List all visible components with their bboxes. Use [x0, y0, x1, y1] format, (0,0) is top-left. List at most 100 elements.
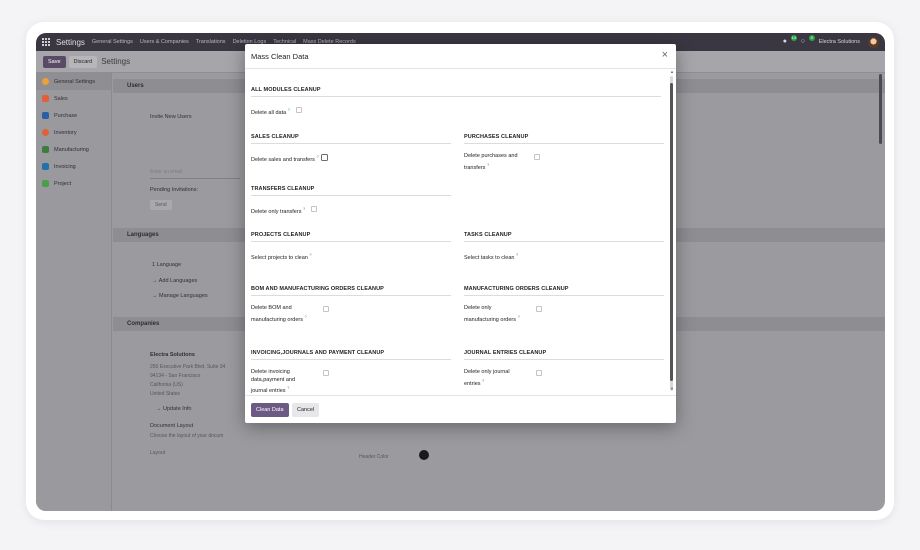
sidebar-item-manufacturing[interactable]: Manufacturing: [36, 141, 111, 158]
invoicing-group: INVOICING,JOURNALS AND PAYMENT CLEANUP D…: [251, 350, 451, 393]
navbar-systray: ● 14 ○ 0 Electra Solutions: [783, 33, 879, 51]
purchases-field: Delete purchases and transfers ?: [464, 153, 664, 172]
sidebar-item-inventory[interactable]: Inventory: [36, 124, 111, 141]
projects-group: PROJECTS CLEANUP Select projects to clea…: [251, 232, 451, 262]
journal-label: Delete only journal entries ?: [464, 369, 524, 388]
sidebar-item-sales[interactable]: Sales: [36, 90, 111, 107]
company-switcher[interactable]: Electra Solutions: [819, 39, 860, 45]
dialog-body: ALL MODULES CLEANUP Delete all data ? SA…: [245, 70, 676, 393]
bom-title: BOM AND MANUFACTURING ORDERS CLEANUP: [251, 286, 451, 296]
delete-all-label: Delete all data ?: [251, 106, 290, 117]
mo-field: Delete only manufacturing orders ?: [464, 305, 664, 324]
help-icon[interactable]: ?: [288, 107, 290, 112]
bom-text: Delete BOM and manufacturing orders: [251, 305, 303, 323]
help-icon[interactable]: ?: [303, 206, 305, 211]
close-icon[interactable]: ×: [662, 49, 668, 61]
purchase-icon: [42, 112, 49, 119]
send-invite-button[interactable]: Send: [150, 200, 172, 210]
cancel-button[interactable]: Cancel: [292, 403, 320, 417]
help-icon[interactable]: ?: [482, 378, 484, 383]
journal-field: Delete only journal entries ?: [464, 369, 664, 388]
help-icon[interactable]: ?: [287, 385, 289, 390]
help-icon[interactable]: ?: [316, 154, 318, 159]
transfers-title: TRANSFERS CLEANUP: [251, 186, 451, 196]
help-icon[interactable]: ?: [305, 314, 307, 319]
update-info-link[interactable]: → Update Info: [156, 406, 191, 412]
invoicing-field: Delete invoicing data,payment and journa…: [251, 369, 451, 393]
mo-checkbox[interactable]: [536, 306, 542, 312]
project-icon: [42, 180, 49, 187]
mo-group: MANUFACTURING ORDERS CLEANUP Delete only…: [464, 286, 664, 324]
projects-title: PROJECTS CLEANUP: [251, 232, 451, 242]
bom-group: BOM AND MANUFACTURING ORDERS CLEANUP Del…: [251, 286, 451, 324]
mass-clean-data-dialog: Mass Clean Data × ALL MODULES CLEANUP De…: [245, 44, 676, 423]
sidebar-item-label: Purchase: [54, 112, 78, 119]
nav-translations[interactable]: Translations: [196, 39, 226, 45]
company-address-line-4: United States: [150, 391, 181, 397]
transfers-text: Delete only transfers: [251, 208, 302, 215]
mo-title: MANUFACTURING ORDERS CLEANUP: [464, 286, 664, 296]
user-avatar[interactable]: [868, 36, 879, 48]
help-icon[interactable]: ?: [309, 252, 311, 257]
help-icon[interactable]: ?: [487, 162, 489, 167]
manage-languages-link[interactable]: → Manage Languages: [152, 293, 208, 299]
sidebar-item-purchase[interactable]: Purchase: [36, 107, 111, 124]
activity-badge: 14: [790, 35, 797, 41]
tasks-label: Select tasks to clean ?: [464, 251, 518, 262]
dialog-scrollbar[interactable]: [670, 76, 673, 391]
sales-label: Delete sales and transfers ?: [251, 153, 321, 164]
scroll-up-icon[interactable]: ▲: [670, 69, 674, 74]
sales-icon: [42, 95, 49, 102]
invoicing-label: Delete invoicing data,payment and journa…: [251, 369, 311, 393]
messages-icon[interactable]: ○ 0: [801, 35, 815, 46]
scroll-down-icon[interactable]: ▼: [670, 386, 674, 391]
all-modules-title: ALL MODULES CLEANUP: [251, 87, 661, 97]
delete-all-checkbox[interactable]: [295, 107, 302, 113]
company-address-line-3: California (US): [150, 382, 183, 388]
invoicing-checkbox[interactable]: [323, 370, 329, 376]
dialog-footer: Clean Data Cancel: [245, 395, 676, 423]
sidebar-item-label: Invoicing: [54, 163, 76, 170]
sidebar-item-project[interactable]: Project: [36, 175, 111, 192]
save-button[interactable]: Save: [43, 55, 66, 68]
help-icon[interactable]: ?: [516, 252, 518, 257]
inventory-icon: [42, 129, 49, 136]
messages-badge: 0: [808, 35, 815, 41]
app-name[interactable]: Settings: [56, 38, 85, 47]
tasks-group: TASKS CLEANUP Select tasks to clean ?: [464, 232, 664, 262]
nav-general-settings[interactable]: General Settings: [92, 39, 133, 45]
sidebar-item-general-settings[interactable]: General Settings: [36, 73, 111, 90]
transfers-checkbox[interactable]: [311, 206, 318, 212]
purchases-checkbox[interactable]: [534, 154, 540, 160]
mo-label: Delete only manufacturing orders ?: [464, 305, 524, 324]
transfers-group: TRANSFERS CLEANUP Delete only transfers …: [251, 186, 451, 216]
app-screen: Settings General Settings Users & Compan…: [36, 33, 885, 511]
page-scrollbar[interactable]: [879, 74, 882, 144]
journal-checkbox[interactable]: [536, 370, 542, 376]
invite-users-label: Invite New Users: [150, 114, 192, 120]
document-layout-label: Document Layout: [150, 423, 194, 429]
bom-checkbox[interactable]: [323, 306, 329, 312]
sidebar-item-invoicing[interactable]: Invoicing: [36, 158, 111, 175]
add-languages-link[interactable]: → Add Languages: [152, 278, 197, 284]
sidebar-item-label: Project: [54, 180, 72, 187]
projects-text: Select projects to clean: [251, 254, 308, 261]
nav-users-companies[interactable]: Users & Companies: [140, 39, 189, 45]
sales-checkbox[interactable]: [321, 154, 328, 161]
transfers-field: Delete only transfers ?: [251, 205, 451, 216]
header-color-swatch[interactable]: [419, 450, 429, 460]
purchases-text: Delete purchases and transfers: [464, 153, 518, 171]
projects-label: Select projects to clean ?: [251, 251, 321, 262]
manufacturing-icon: [42, 146, 49, 153]
sales-title: SALES CLEANUP: [251, 134, 451, 144]
discard-button[interactable]: Discard: [68, 55, 98, 68]
language-count: 1 Language: [152, 262, 182, 268]
invite-email-input[interactable]: Enter an email: [150, 169, 182, 175]
apps-grid-icon[interactable]: [42, 38, 50, 46]
activity-icon[interactable]: ● 14: [783, 35, 797, 46]
help-icon[interactable]: ?: [518, 314, 520, 319]
journal-text: Delete only journal entries: [464, 369, 510, 387]
dialog-scrollbar-thumb[interactable]: [670, 83, 673, 381]
clean-data-button[interactable]: Clean Data: [251, 403, 289, 417]
tasks-text: Select tasks to clean: [464, 254, 515, 261]
